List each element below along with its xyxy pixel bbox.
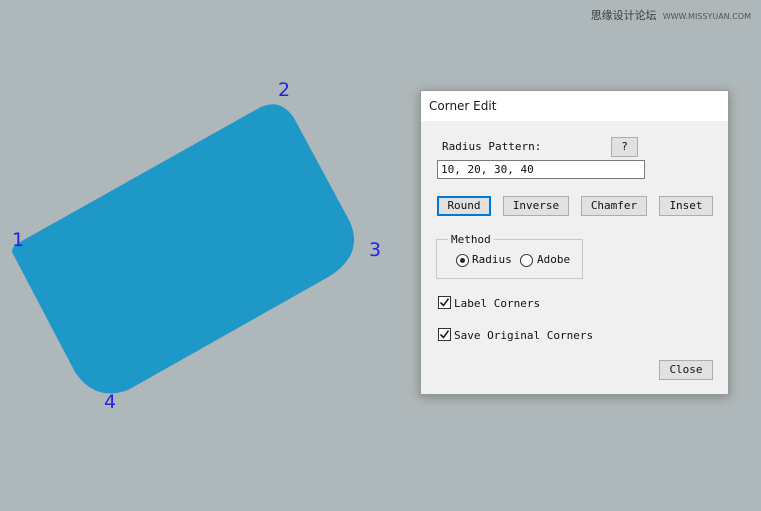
save-original-corners-checkbox[interactable] [438,328,451,341]
label-corners-checkbox[interactable] [438,296,451,309]
checkmark-icon [439,330,450,339]
close-button[interactable]: Close [659,360,713,380]
checkmark-icon [439,298,450,307]
corner-label-1: 1 [12,229,25,251]
corner-label-3: 3 [369,239,382,261]
corner-label-4: 4 [104,391,117,413]
radius-pattern-label: Radius Pattern: [442,140,542,153]
save-original-corners-label: Save Original Corners [454,329,594,342]
radius-radio-label: Radius [472,253,512,266]
corner-label-2: 2 [278,79,291,101]
chamfer-button[interactable]: Chamfer [581,196,647,216]
radius-radio[interactable] [456,254,469,267]
inset-button[interactable]: Inset [659,196,713,216]
round-button[interactable]: Round [437,196,491,216]
inverse-button[interactable]: Inverse [503,196,569,216]
method-groupbox: Method Radius Adobe [436,233,583,279]
help-button[interactable]: ? [611,137,638,157]
radius-pattern-input[interactable] [437,160,645,179]
watermark: 思缘设计论坛 WWW.MISSYUAN.COM [591,7,751,23]
dialog-title: Corner Edit [429,99,497,113]
label-corners-label: Label Corners [454,297,541,310]
adobe-radio[interactable] [520,254,533,267]
rounded-rectangle-shape[interactable] [12,104,355,394]
watermark-url: WWW.MISSYUAN.COM [662,12,751,21]
watermark-text: 思缘设计论坛 [590,9,657,22]
corner-edit-dialog: Corner Edit Radius Pattern: ? Round Inve… [420,90,729,395]
adobe-radio-label: Adobe [537,253,571,266]
method-legend: Method [448,233,494,246]
dialog-titlebar[interactable]: Corner Edit [421,91,728,121]
